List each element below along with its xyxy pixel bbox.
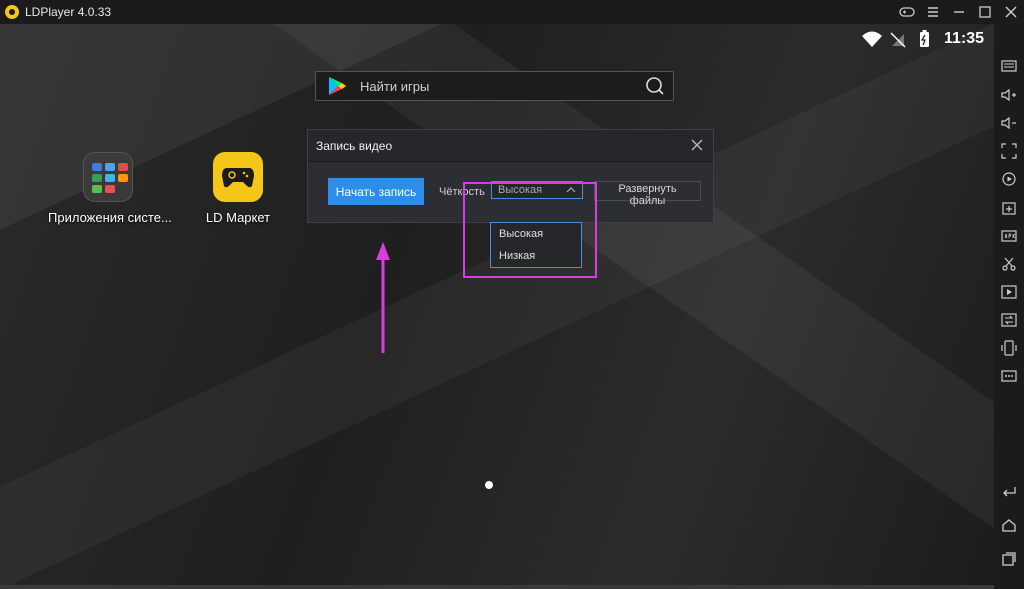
minimize-icon[interactable]	[946, 0, 972, 24]
battery-icon	[919, 30, 929, 47]
recent-apps-icon[interactable]	[999, 549, 1019, 569]
close-icon[interactable]	[690, 138, 704, 152]
title-bar: LDPlayer 4.0.33	[0, 0, 1024, 24]
more-icon[interactable]	[999, 366, 1019, 386]
system-apps-icon	[83, 152, 133, 202]
maximize-icon[interactable]	[972, 0, 998, 24]
expand-files-button[interactable]: Развернуть файлы	[594, 181, 701, 207]
app-label: LD Маркет	[205, 210, 271, 225]
highlight-frame	[463, 182, 597, 278]
dialog-header: Запись видео	[308, 130, 713, 162]
android-screen: 11:35 Найти игры Приложения систе... LD …	[0, 24, 994, 589]
bottom-strip	[0, 585, 994, 589]
gamepad-icon[interactable]	[894, 0, 920, 24]
side-toolbar	[994, 24, 1024, 589]
scissors-icon[interactable]	[999, 254, 1019, 274]
app-system-apps[interactable]: Приложения систе...	[48, 152, 172, 225]
clock: 11:35	[943, 30, 984, 47]
app-title: LDPlayer 4.0.33	[25, 5, 112, 19]
sync-icon[interactable]	[999, 310, 1019, 330]
search-bar[interactable]: Найти игры	[315, 71, 674, 101]
volume-up-icon[interactable]	[999, 85, 1019, 105]
ld-market-icon	[213, 152, 263, 202]
close-icon[interactable]	[998, 0, 1024, 24]
arrow-up-icon	[376, 242, 390, 353]
ldplayer-logo-icon	[5, 5, 19, 19]
play-store-icon	[329, 77, 346, 95]
no-signal-icon	[890, 32, 906, 48]
search-icon[interactable]	[645, 76, 665, 96]
volume-down-icon[interactable]	[999, 113, 1019, 133]
video-play-icon[interactable]	[999, 282, 1019, 302]
back-icon[interactable]	[999, 481, 1019, 501]
rotate-icon[interactable]	[999, 338, 1019, 358]
record-icon[interactable]	[999, 169, 1019, 189]
wifi-icon	[861, 31, 882, 47]
keyboard-icon[interactable]	[999, 56, 1019, 76]
app-label: Приложения систе...	[48, 210, 172, 225]
search-placeholder: Найти игры	[360, 78, 430, 94]
menu-icon[interactable]	[920, 0, 946, 24]
page-indicator	[485, 481, 493, 489]
status-bar: 11:35	[861, 30, 984, 48]
start-recording-button[interactable]: Начать запись	[328, 178, 424, 205]
fullscreen-icon[interactable]	[999, 141, 1019, 161]
apk-install-icon[interactable]	[999, 226, 1019, 246]
add-app-icon[interactable]	[999, 198, 1019, 218]
app-ld-market[interactable]: LD Маркет	[198, 152, 278, 225]
home-icon[interactable]	[999, 515, 1019, 535]
dialog-title: Запись видео	[316, 138, 393, 153]
